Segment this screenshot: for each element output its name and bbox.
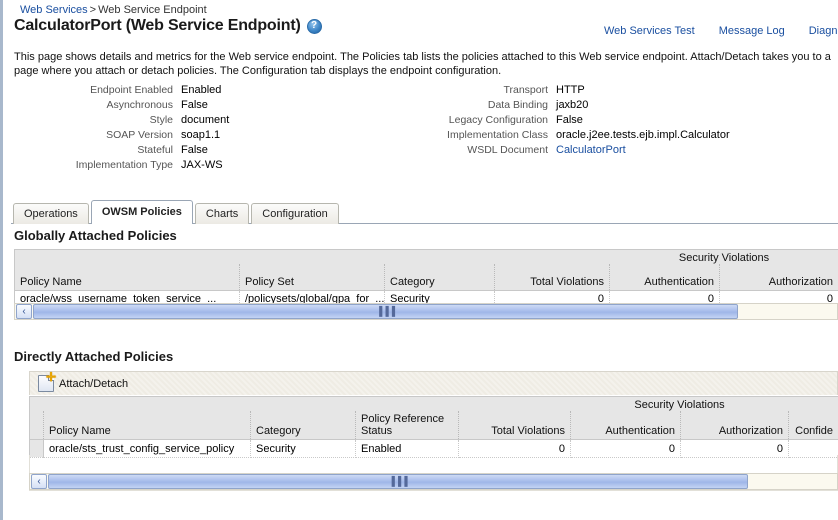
property-row: Transport HTTP [393,84,838,99]
property-label: Data Binding [487,99,548,111]
scroll-thumb[interactable]: ▐▐▐ [33,304,738,319]
property-row: Implementation Class oracle.j2ee.tests.e… [393,129,838,144]
direct-table-horizontal-scrollbar[interactable]: ‹ ▐▐▐ [29,473,838,490]
breadcrumb-separator: > [89,4,97,16]
column-header-policy-reference-status[interactable]: Policy Reference Status [355,411,459,440]
property-label: Legacy Configuration [448,114,548,126]
breadcrumb-current: Web Service Endpoint [98,4,207,16]
security-violations-group-header: Security Violations [609,249,838,264]
page-description: This page shows details and metrics for … [14,51,831,77]
property-label: WSDL Document [467,144,548,156]
property-row: Asynchronous False [3,99,303,114]
property-value: False [556,114,583,126]
security-violations-group-header: Security Violations [570,396,789,411]
attach-detach-label: Attach/Detach [59,377,129,390]
property-value: HTTP [556,84,585,96]
tab-bar: Operations OWSM Policies Charts Configur… [11,198,838,224]
property-label: Implementation Type [75,159,173,171]
help-circle-icon[interactable]: ? [306,18,322,34]
tab-charts[interactable]: Charts [194,203,250,224]
globally-attached-policies-table-container: Security Violations Policy Name Policy S… [14,249,838,309]
tab-configuration[interactable]: Configuration [251,203,339,224]
page-title: CalculatorPort (Web Service Endpoint) [14,17,301,34]
global-table-horizontal-scrollbar[interactable]: ‹ ▐▐▐ [14,303,838,320]
scroll-track[interactable]: ▐▐▐ [33,304,836,319]
page-title-row: CalculatorPort (Web Service Endpoint) ? [14,17,322,35]
scroll-left-arrow-icon[interactable]: ‹ [31,474,47,489]
attach-document-icon: ✛ [38,371,56,392]
directly-attached-policies-table: Security Violations Policy Name Category… [29,396,838,458]
property-label: Endpoint Enabled [90,84,173,96]
property-value: JAX-WS [181,159,223,171]
scroll-grip-icon: ▐▐▐ [375,306,396,316]
property-label: Stateful [137,144,173,156]
scroll-track[interactable]: ▐▐▐ [48,474,836,489]
property-value: oracle.j2ee.tests.ejb.impl.Calculator [556,129,730,141]
property-value: Enabled [181,84,222,96]
column-header-authorization[interactable]: Authorization [680,411,790,440]
property-value: document [181,114,230,126]
table-header-row: Policy Name Policy Set Category Total Vi… [14,264,838,291]
property-label: Asynchronous [106,99,173,111]
property-row: Stateful False [3,144,303,159]
directly-attached-policies-toolbar: ✛ Attach/Detach [29,371,838,395]
column-header-confidentiality[interactable]: Confide [788,411,838,440]
web-services-test-link[interactable]: Web Services Test [604,25,695,37]
wsdl-document-link[interactable]: CalculatorPort [556,144,626,156]
column-header-policy-set[interactable]: Policy Set [239,264,385,291]
property-row: Style document [3,114,303,129]
directly-attached-policies-table-container: Security Violations Policy Name Category… [29,396,838,458]
column-header-category[interactable]: Category [384,264,495,291]
column-header-category[interactable]: Category [250,411,356,440]
breadcrumb-root-link[interactable]: Web Services [20,4,88,16]
property-label: SOAP Version [106,129,173,141]
endpoint-properties-right: Transport HTTP Data Binding jaxb20 Legac… [393,84,838,159]
column-header-policy-name[interactable]: Policy Name [14,264,240,291]
property-label: Implementation Class [447,129,548,141]
scroll-left-arrow-icon[interactable]: ‹ [16,304,32,319]
column-header-total-violations[interactable]: Total Violations [458,411,572,440]
attach-detach-button[interactable]: ✛ Attach/Detach [38,371,129,392]
page-container: Web Services > Web Service Endpoint Calcul… [3,0,838,520]
diagnostic-logs-link[interactable]: Diagnostic L [809,25,838,37]
tab-owsm-policies[interactable]: OWSM Policies [90,200,193,224]
group-header-spacer [14,249,610,264]
endpoint-properties-left: Endpoint Enabled Enabled Asynchronous Fa… [3,84,303,174]
property-value: False [181,144,208,156]
property-row: Implementation Type JAX-WS [3,159,303,174]
group-header-spacer [29,396,571,411]
column-header-authentication[interactable]: Authentication [570,411,682,440]
property-row: SOAP Version soap1.1 [3,129,303,144]
property-label: Style [149,114,173,126]
group-header-spacer-right [788,396,838,411]
property-value: soap1.1 [181,129,221,141]
property-label: Transport [503,84,548,96]
tab-operations[interactable]: Operations [13,203,89,224]
column-header-authentication[interactable]: Authentication [609,264,720,291]
page-action-links: Web Services Test Message Log Diagnostic… [578,25,838,37]
message-log-link[interactable]: Message Log [719,25,785,37]
directly-attached-policies-heading: Directly Attached Policies [14,349,174,364]
globally-attached-policies-table: Security Violations Policy Name Policy S… [14,249,838,309]
property-row: Data Binding jaxb20 [393,99,838,114]
scroll-thumb[interactable]: ▐▐▐ [48,474,748,489]
table-group-header-row: Security Violations [29,396,838,411]
property-value: jaxb20 [556,99,589,111]
scroll-grip-icon: ▐▐▐ [388,476,408,486]
column-header-authorization[interactable]: Authorization [719,264,838,291]
table-header-row: Policy Name Category Policy Reference St… [29,411,838,440]
property-row: Endpoint Enabled Enabled [3,84,303,99]
breadcrumb: Web Services > Web Service Endpoint [20,4,207,16]
column-header-policy-name[interactable]: Policy Name [43,411,251,440]
property-value: False [181,99,208,111]
table-group-header-row: Security Violations [14,249,838,264]
property-row: Legacy Configuration False [393,114,838,129]
column-header-total-violations[interactable]: Total Violations [494,264,610,291]
globally-attached-policies-heading: Globally Attached Policies [14,228,177,243]
property-row: WSDL Document CalculatorPort [393,144,838,159]
column-header-select [29,411,44,440]
